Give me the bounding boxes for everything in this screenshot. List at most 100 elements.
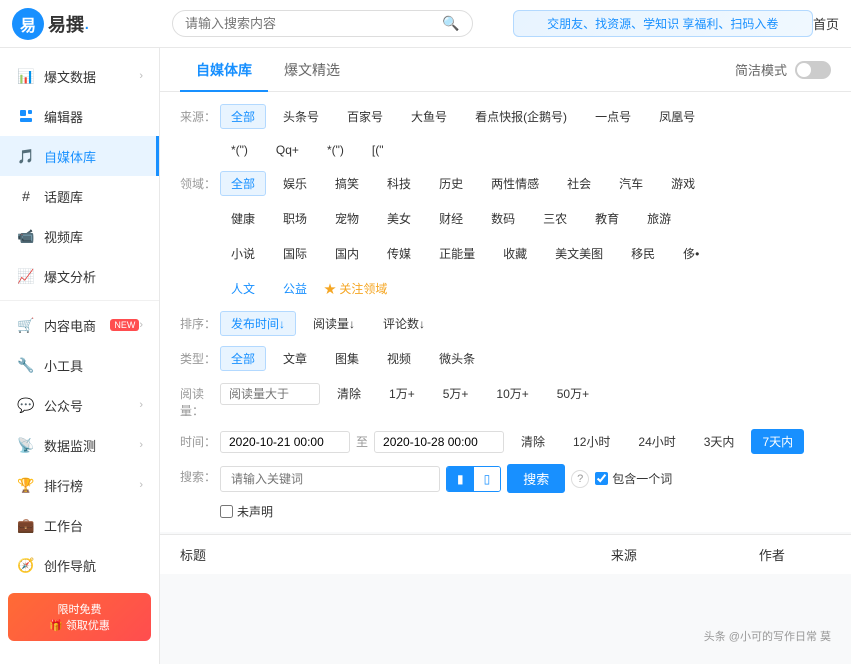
promo-banner[interactable]: 限时免费 🎁 领取优惠 xyxy=(8,593,151,641)
type-btn-weibiao[interactable]: 微头条 xyxy=(428,346,486,371)
sidebar-item-label: 自媒体库 xyxy=(44,147,140,166)
source-btn-dayu[interactable]: 大鱼号 xyxy=(400,104,458,129)
source-btn-baijia[interactable]: 百家号 xyxy=(336,104,394,129)
jianjie-moshi-toggle[interactable] xyxy=(795,61,831,79)
source-btn-toutiao[interactable]: 头条号 xyxy=(272,104,330,129)
domain-btn-liangxing[interactable]: 两性情感 xyxy=(480,171,550,196)
domain-btn-gongyi[interactable]: 公益 xyxy=(272,276,318,301)
time-btn-12h[interactable]: 12小时 xyxy=(562,429,621,454)
search-keyword-input[interactable] xyxy=(220,466,440,492)
type-btn-gallery[interactable]: 图集 xyxy=(324,346,370,371)
domain-btn-other2[interactable]: 侈• xyxy=(672,241,710,266)
domain-btn-qiche[interactable]: 汽车 xyxy=(608,171,654,196)
search-button[interactable]: 搜索 xyxy=(507,464,565,493)
include-word-check[interactable] xyxy=(595,472,608,485)
source-btn-fenghuang[interactable]: 凤凰号 xyxy=(648,104,706,129)
sidebar-item-shipinku[interactable]: 📹 视频库 xyxy=(0,216,159,256)
search-toggle-blue[interactable]: ▮ xyxy=(447,467,474,491)
sidebar-item-huati[interactable]: # 话题库 xyxy=(0,176,159,216)
domain-btn-gaoxiao[interactable]: 搞笑 xyxy=(324,171,370,196)
source-btn-yidian[interactable]: 一点号 xyxy=(584,104,642,129)
domain-btn-chuanmei[interactable]: 传媒 xyxy=(376,241,422,266)
read-input[interactable] xyxy=(220,383,320,405)
chevron-icon: › xyxy=(139,439,143,451)
type-btn-all[interactable]: 全部 xyxy=(220,346,266,371)
domain-btn-yule[interactable]: 娱乐 xyxy=(272,171,318,196)
time-start-input[interactable] xyxy=(220,431,350,453)
divider xyxy=(0,300,159,301)
read-btn-1w[interactable]: 1万+ xyxy=(378,381,426,406)
domain-btn-lishi[interactable]: 历史 xyxy=(428,171,474,196)
sidebar-item-gongtai[interactable]: 💼 工作台 xyxy=(0,505,159,545)
domain-btn-renwen[interactable]: 人文 xyxy=(220,276,266,301)
sidebar-item-paihangbang[interactable]: 🏆 排行榜 › xyxy=(0,465,159,505)
domain-btn-zhengneng[interactable]: 正能量 xyxy=(428,241,486,266)
search-main-options: ▮ ▯ 搜索 ? 包含一个词 xyxy=(220,464,831,493)
sidebar-item-xiaogongju[interactable]: 🔧 小工具 xyxy=(0,345,159,385)
domain-btn-jiaoyu[interactable]: 教育 xyxy=(584,206,630,231)
nav-home[interactable]: 首页 xyxy=(813,14,839,33)
read-btn-clear[interactable]: 清除 xyxy=(326,381,372,406)
undeclared-checkbox[interactable]: 未声明 xyxy=(220,503,831,520)
time-btn-24h[interactable]: 24小时 xyxy=(627,429,686,454)
sidebar-item-zimeiti[interactable]: 🎵 自媒体库 xyxy=(0,136,159,176)
read-btn-5w[interactable]: 5万+ xyxy=(432,381,480,406)
domain-btn-all[interactable]: 全部 xyxy=(220,171,266,196)
undeclared-check[interactable] xyxy=(220,505,233,518)
tab-baowen-jingxuan[interactable]: 爆文精选 xyxy=(268,48,356,92)
time-btn-7d[interactable]: 7天内 xyxy=(751,429,804,454)
undeclared-label: 未声明 xyxy=(237,503,273,520)
search-toggle-white[interactable]: ▯ xyxy=(474,467,501,491)
source-btn-all[interactable]: 全部 xyxy=(220,104,266,129)
source-extra-other[interactable]: [(" xyxy=(361,139,395,161)
sidebar-item-bianji[interactable]: 编辑器 xyxy=(0,96,159,136)
domain-btn-luyou[interactable]: 旅游 xyxy=(636,206,682,231)
read-btn-50w[interactable]: 50万+ xyxy=(546,381,600,406)
domain-btn-guoji[interactable]: 国际 xyxy=(272,241,318,266)
top-search-input[interactable] xyxy=(185,16,442,31)
sidebar-item-shujujiance[interactable]: 📡 数据监测 › xyxy=(0,425,159,465)
sort-btn-comment[interactable]: 评论数↓ xyxy=(372,311,436,336)
domain-btn-shehui[interactable]: 社会 xyxy=(556,171,602,196)
sort-btn-read[interactable]: 阅读量↓ xyxy=(302,311,366,336)
source-extra-qq[interactable]: Qq+ xyxy=(265,139,310,161)
source-btn-kandian[interactable]: 看点快报(企鹅号) xyxy=(464,104,578,129)
domain-btn-keji[interactable]: 科技 xyxy=(376,171,422,196)
domain-btn-chongwu[interactable]: 宠物 xyxy=(324,206,370,231)
include-word-checkbox[interactable]: 包含一个词 xyxy=(595,470,672,487)
follow-domain-btn[interactable]: ★ 关注领域 xyxy=(324,280,387,297)
time-end-input[interactable] xyxy=(374,431,504,453)
domain-btn-jiankang[interactable]: 健康 xyxy=(220,206,266,231)
chevron-icon: › xyxy=(139,70,143,82)
new-badge: NEW xyxy=(110,319,139,331)
domain-btn-guonei[interactable]: 国内 xyxy=(324,241,370,266)
domain-btn-meiwen[interactable]: 美文美图 xyxy=(544,241,614,266)
tab-zimeiti-ku[interactable]: 自媒体库 xyxy=(180,48,268,92)
sidebar-item-baowen-fenxi[interactable]: 📈 爆文分析 xyxy=(0,256,159,296)
type-btn-article[interactable]: 文章 xyxy=(272,346,318,371)
domain-btn-xiaoshuo[interactable]: 小说 xyxy=(220,241,266,266)
sort-btn-time[interactable]: 发布时间↓ xyxy=(220,311,296,336)
source-extra-wx2[interactable]: *(") xyxy=(316,139,355,161)
include-word-label: 包含一个词 xyxy=(612,470,672,487)
read-btn-10w[interactable]: 10万+ xyxy=(485,381,539,406)
type-btn-video[interactable]: 视频 xyxy=(376,346,422,371)
domain-btn-zhichang[interactable]: 职场 xyxy=(272,206,318,231)
domain-btn-shoucang[interactable]: 收藏 xyxy=(492,241,538,266)
domain-btn-sannong[interactable]: 三农 xyxy=(532,206,578,231)
sidebar-item-label: 公众号 xyxy=(44,396,139,415)
source-extra-wx[interactable]: *(") xyxy=(220,139,259,161)
domain-btn-shuma[interactable]: 数码 xyxy=(480,206,526,231)
time-btn-3d[interactable]: 3天内 xyxy=(693,429,746,454)
time-btn-clear[interactable]: 清除 xyxy=(510,429,556,454)
top-search-bar[interactable]: 🔍 xyxy=(172,10,473,37)
search-help-icon[interactable]: ? xyxy=(571,470,589,488)
sidebar-item-chuangzuo[interactable]: 🧭 创作导航 xyxy=(0,545,159,585)
domain-btn-youxi[interactable]: 游戏 xyxy=(660,171,706,196)
domain-btn-caijing[interactable]: 财经 xyxy=(428,206,474,231)
sidebar-item-gongzhonghao[interactable]: 💬 公众号 › xyxy=(0,385,159,425)
domain-btn-yimin[interactable]: 移民 xyxy=(620,241,666,266)
sidebar-item-baowendata[interactable]: 📊 爆文数据 › xyxy=(0,56,159,96)
sidebar-item-neirong[interactable]: 🛒 内容电商 NEW › xyxy=(0,305,159,345)
domain-btn-meinv[interactable]: 美女 xyxy=(376,206,422,231)
